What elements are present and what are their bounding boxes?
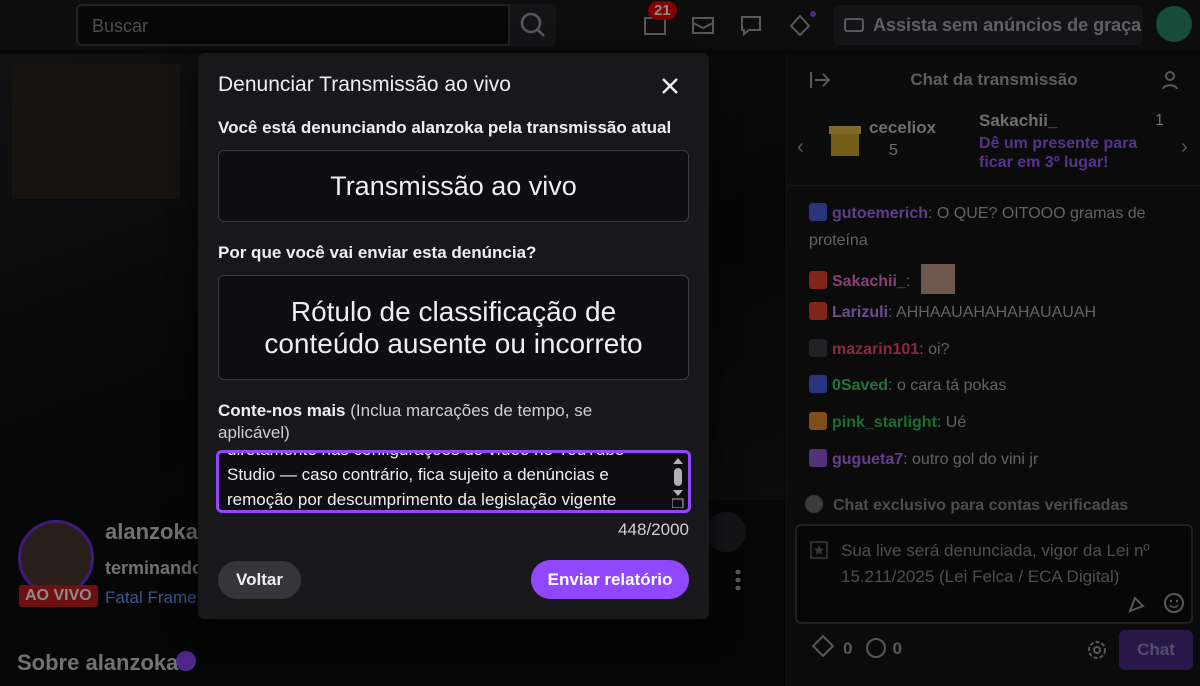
close-icon (662, 78, 678, 94)
reporting-target-label: Você está denunciando alanzoka pela tran… (218, 118, 672, 137)
scrollbar[interactable] (672, 456, 684, 508)
details-textarea[interactable]: diretamente nas configurações do vídeo n… (216, 450, 691, 513)
content-type-value: Transmissão ao vivo (330, 170, 577, 201)
reason-select[interactable]: Rótulo de classificação de conteúdo ause… (218, 275, 689, 380)
content-type-select[interactable]: Transmissão ao vivo (218, 150, 689, 222)
submit-report-button[interactable]: Enviar relatório (531, 560, 689, 599)
reason-value: Rótulo de classificação de conteúdo ause… (264, 295, 643, 359)
details-label: Conte-nos mais (Inclua marcações de temp… (218, 400, 658, 444)
details-text: diretamente nas configurações do vídeo n… (227, 453, 624, 509)
back-button[interactable]: Voltar (218, 561, 301, 599)
character-count: 448/2000 (618, 520, 689, 539)
close-button[interactable] (656, 72, 684, 100)
details-label-title: Conte-nos mais (218, 401, 346, 420)
reason-question-label: Por que você vai enviar esta denúncia? (218, 243, 537, 262)
report-modal: Denunciar Transmissão ao vivo Você está … (198, 53, 709, 619)
modal-title: Denunciar Transmissão ao vivo (218, 73, 511, 96)
